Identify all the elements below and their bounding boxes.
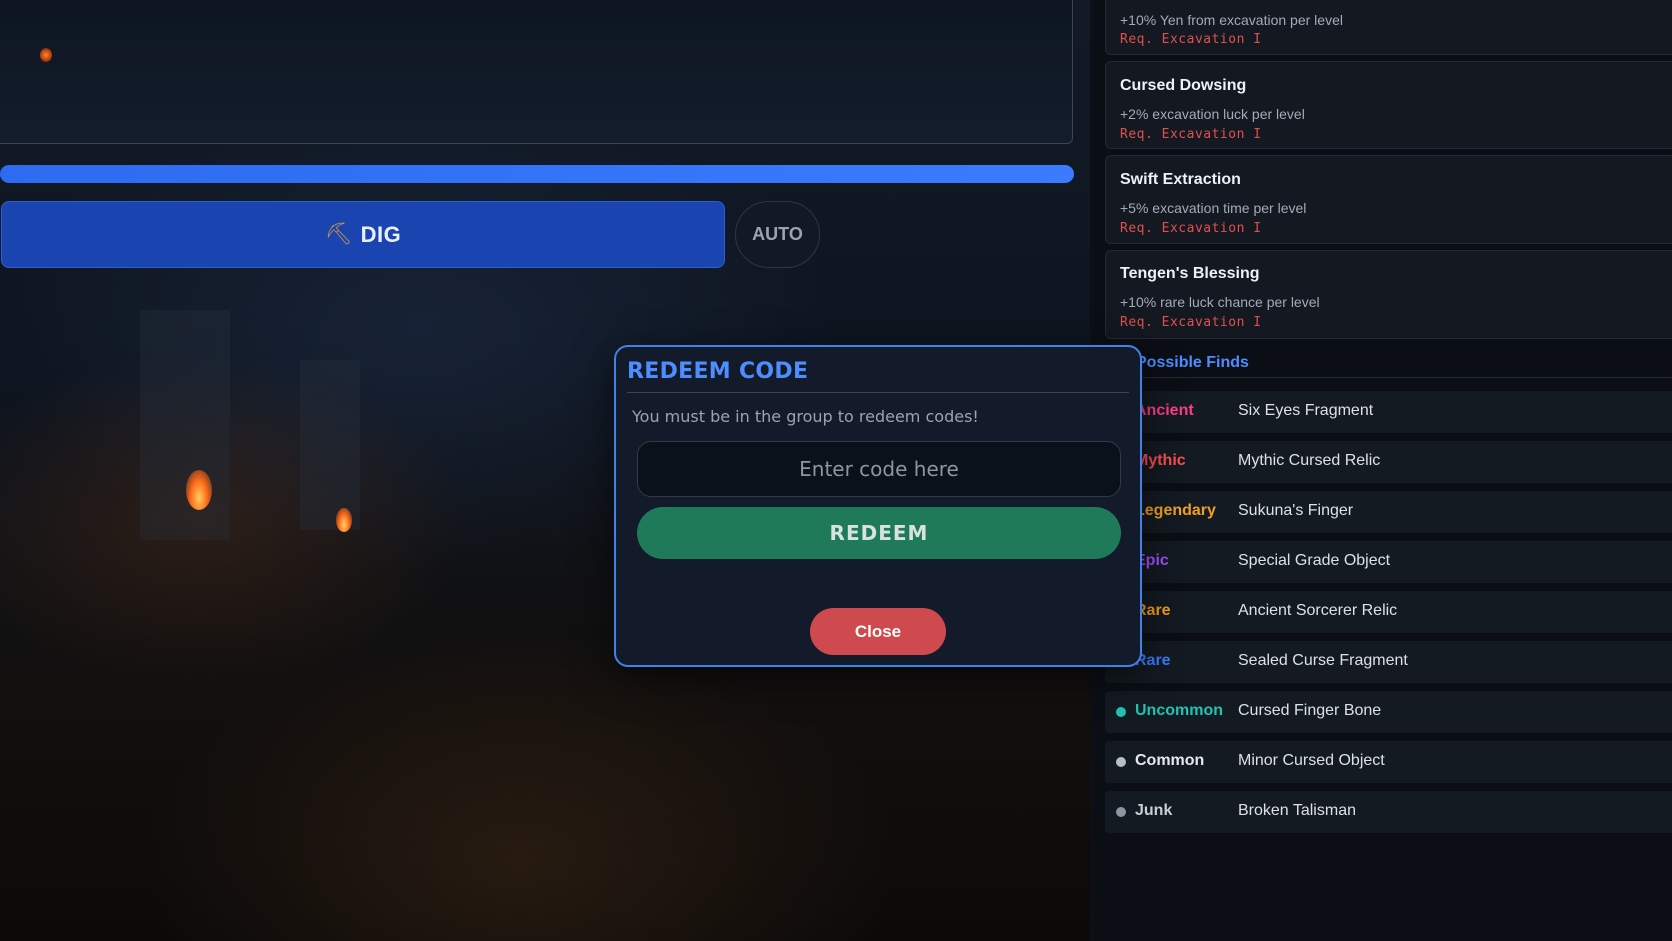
upgrade-description: +10% Yen from excavation per level <box>1120 12 1343 28</box>
find-row: Legendary Sukuna's Finger <box>1105 491 1672 533</box>
find-item: Ancient Sorcerer Relic <box>1238 602 1398 619</box>
upgrade-card[interactable]: Swift Extraction +5% excavation time per… <box>1105 155 1672 244</box>
find-rarity: Junk <box>1135 802 1173 819</box>
torch-flame-icon <box>336 508 352 532</box>
upgrade-requirement: Req. Excavation I <box>1120 221 1262 236</box>
auto-button-label: AUTO <box>752 224 803 244</box>
find-row: Rare Sealed Curse Fragment <box>1105 641 1672 683</box>
rarity-dot-icon <box>1116 807 1126 817</box>
possible-finds-header: Possible Finds <box>1094 354 1672 378</box>
modal-message: You must be in the group to redeem codes… <box>632 407 979 426</box>
find-row: Epic Special Grade Object <box>1105 541 1672 583</box>
upgrade-name: Tengen's Blessing <box>1120 265 1260 282</box>
upgrade-description: +2% excavation luck per level <box>1120 106 1305 122</box>
dig-progress-bar <box>0 165 1074 183</box>
find-row: Common Minor Cursed Object <box>1105 741 1672 783</box>
find-item: Sealed Curse Fragment <box>1238 652 1408 669</box>
find-row: Ancient Six Eyes Fragment <box>1105 391 1672 433</box>
find-item: Mythic Cursed Relic <box>1238 452 1381 469</box>
find-rarity: Legendary <box>1135 502 1216 519</box>
find-row: Junk Broken Talisman <box>1105 791 1672 833</box>
close-button[interactable]: Close <box>810 608 946 655</box>
find-item: Cursed Finger Bone <box>1238 702 1382 719</box>
scene-pillar <box>300 360 360 530</box>
find-row: Mythic Mythic Cursed Relic <box>1105 441 1672 483</box>
upgrade-requirement: Req. Excavation I <box>1120 127 1262 142</box>
find-item: Six Eyes Fragment <box>1238 402 1374 419</box>
find-rarity: Ancient <box>1135 402 1194 419</box>
find-rarity: Common <box>1135 752 1205 769</box>
upgrade-card[interactable]: Cursed Dowsing +2% excavation luck per l… <box>1105 61 1672 149</box>
pickaxe-icon: ⛏ <box>324 222 353 247</box>
modal-divider <box>627 392 1129 393</box>
scene-viewport-top <box>0 0 1073 144</box>
dig-progress-fill <box>0 165 1074 183</box>
find-rarity: Mythic <box>1135 452 1186 469</box>
torch-flame-icon <box>186 470 212 510</box>
find-item: Sukuna's Finger <box>1238 502 1354 519</box>
find-item: Broken Talisman <box>1238 802 1356 819</box>
upgrade-name: Cursed Dowsing <box>1120 77 1247 94</box>
code-input[interactable] <box>637 441 1121 497</box>
find-item: Minor Cursed Object <box>1238 752 1385 769</box>
upgrade-name: Swift Extraction <box>1120 171 1241 188</box>
auto-button[interactable]: AUTO <box>735 201 820 268</box>
modal-title: REDEEM CODE <box>627 359 809 384</box>
rarity-dot-icon <box>1116 707 1126 717</box>
find-item: Special Grade Object <box>1238 552 1391 569</box>
upgrade-description: +5% excavation time per level <box>1120 200 1307 216</box>
torch-flame-icon <box>40 48 52 62</box>
upgrade-requirement: Req. Excavation I <box>1120 32 1262 47</box>
find-rarity: Uncommon <box>1135 702 1223 719</box>
dig-button[interactable]: ⛏ DIG <box>1 201 725 268</box>
find-row: Uncommon Cursed Finger Bone <box>1105 691 1672 733</box>
find-row: Rare Ancient Sorcerer Relic <box>1105 591 1672 633</box>
upgrade-card[interactable]: Tengen's Blessing +10% rare luck chance … <box>1105 250 1672 339</box>
upgrade-description: +10% rare luck chance per level <box>1120 294 1320 310</box>
scene-pillar <box>140 310 230 540</box>
redeem-code-modal: REDEEM CODE You must be in the group to … <box>614 345 1142 667</box>
redeem-button[interactable]: REDEEM <box>637 507 1121 559</box>
upgrade-requirement: Req. Excavation I <box>1120 315 1262 330</box>
possible-finds-title: Possible Finds <box>1136 354 1249 371</box>
upgrade-card[interactable]: +10% Yen from excavation per level Req. … <box>1105 0 1672 55</box>
dig-button-label: DIG <box>360 221 402 247</box>
rarity-dot-icon <box>1116 757 1126 767</box>
